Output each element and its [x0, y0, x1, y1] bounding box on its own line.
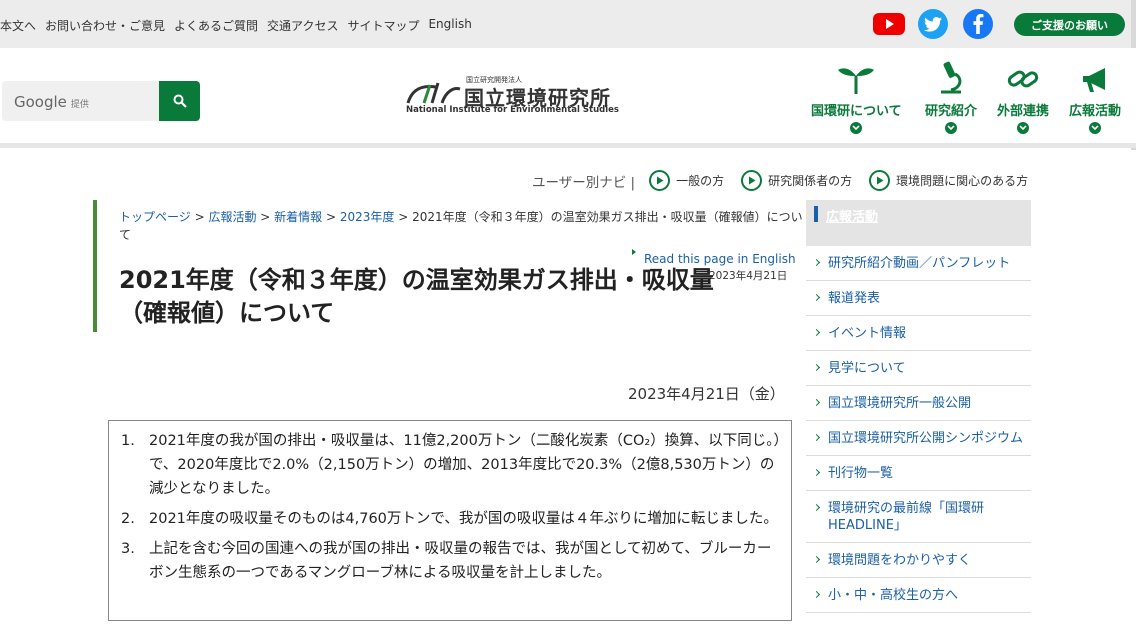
- list-number: 2.: [121, 511, 135, 527]
- gnav-pr[interactable]: 広報活動: [1069, 60, 1121, 134]
- header-divider: [0, 143, 1136, 148]
- gnav-about[interactable]: 国環研について: [811, 60, 902, 134]
- gnav-research-label: 研究紹介: [925, 104, 978, 119]
- link-contact[interactable]: お問い合わせ・ご意見: [45, 17, 165, 34]
- utility-bar: 本文へ お問い合わせ・ご意見 よくあるご質問 交通アクセス サイトマップ Eng…: [0, 0, 1136, 48]
- page-title: 2021年度（令和３年度）の温室効果ガス排出・吸収量（確報値）について: [119, 266, 714, 327]
- gnav-about-label: 国環研について: [811, 104, 902, 119]
- side-item-easy[interactable]: 環境問題をわかりやすく: [806, 543, 1031, 578]
- facebook-icon[interactable]: [963, 9, 993, 39]
- link-access[interactable]: 交通アクセス: [267, 17, 338, 34]
- side-item-open-house[interactable]: 国立環境研究所一般公開: [806, 386, 1031, 421]
- side-nav-heading-label: 広報活動: [826, 210, 879, 225]
- side-item-symposium[interactable]: 国立環境研究所公開シンポジウム: [806, 421, 1031, 456]
- list-item: 1. 2021年度の我が国の排出・吸収量は、11億2,200万トン（二酸化炭素（C…: [121, 429, 781, 501]
- link-english[interactable]: English: [428, 17, 471, 34]
- list-text: 上記を含む今回の国連への我が国の排出・吸収量の報告では、我が国として初めて、ブル…: [149, 541, 772, 581]
- list-number: 3.: [121, 541, 135, 557]
- google-brand: Google: [14, 93, 67, 111]
- breadcrumb-news[interactable]: 新着情報: [274, 210, 322, 224]
- play-icon: [741, 170, 763, 191]
- gnav-research[interactable]: 研究紹介: [925, 60, 977, 134]
- gnav-collaboration[interactable]: 外部連携: [997, 60, 1049, 134]
- play-icon: [869, 170, 891, 191]
- chevron-down-icon: [1089, 122, 1101, 134]
- play-icon: [649, 170, 671, 191]
- user-navi-researchers-label: 研究関係者の方: [768, 174, 853, 188]
- breadcrumb-pr[interactable]: 広報活動: [208, 210, 256, 224]
- summary-box: 1. 2021年度の我が国の排出・吸収量は、11億2,200万トン（二酸化炭素（C…: [108, 420, 792, 621]
- user-navi-title: ユーザー別ナビ |: [532, 174, 636, 191]
- search-provided-label: 提供: [70, 100, 89, 110]
- chevron-down-icon: [945, 122, 957, 134]
- user-navi-environment[interactable]: 環境問題に関心のある方: [869, 170, 1028, 191]
- breadcrumb: トップページ > 広報活動 > 新着情報 > 2023年度 > 2021年度（令…: [119, 210, 803, 242]
- megaphone-icon: [1083, 68, 1105, 92]
- logo-mark-icon: [406, 82, 461, 104]
- user-navi-environment-label: 環境問題に関心のある方: [896, 174, 1029, 188]
- gnav-pr-label: 広報活動: [1069, 104, 1122, 119]
- breadcrumb-top[interactable]: トップページ: [119, 210, 191, 224]
- side-item-videos[interactable]: 研究所紹介動画／パンフレット: [806, 246, 1031, 281]
- list-item: 3. 上記を含む今回の国連への我が国の排出・吸収量の報告では、我が国として初めて、…: [121, 537, 781, 585]
- gnav-collaboration-label: 外部連携: [997, 104, 1050, 119]
- utility-links: 本文へ お問い合わせ・ご意見 よくあるご質問 交通アクセス サイトマップ Eng…: [0, 17, 472, 34]
- side-item-tours[interactable]: 見学について: [806, 351, 1031, 386]
- list-item: 2. 2021年度の吸収量そのものは4,760万トンで、我が国の吸収量は４年ぶりに…: [121, 507, 781, 531]
- user-navi-general[interactable]: 一般の方: [649, 170, 724, 191]
- microscope-icon: [941, 61, 962, 94]
- youtube-icon[interactable]: [873, 13, 905, 35]
- side-item-publications[interactable]: 刊行物一覧: [806, 456, 1031, 491]
- site-header: Google 提供 国立研究開発法人 国立環境研究所 National Insti…: [0, 48, 1136, 144]
- logo-english: National Institute for Environmental Stu…: [406, 105, 619, 115]
- side-nav-heading[interactable]: 広報活動: [806, 200, 1031, 246]
- side-item-events[interactable]: イベント情報: [806, 316, 1031, 351]
- link-icon: [1007, 70, 1039, 88]
- chevron-down-icon: [850, 122, 863, 134]
- search-branding: Google 提供: [14, 93, 89, 111]
- user-navi: ユーザー別ナビ | 一般の方 研究関係者の方 環境問題に関心のある方: [532, 170, 1045, 191]
- list-text: 2021年度の吸収量そのものは4,760万トンで、我が国の吸収量は４年ぶりに増加…: [149, 511, 778, 527]
- side-item-students[interactable]: 小・中・高校生の方へ: [806, 578, 1031, 613]
- search-icon: [173, 94, 187, 108]
- chevron-down-icon: [1017, 122, 1029, 134]
- list-number: 1.: [121, 433, 135, 449]
- title-accent-bar: [93, 200, 97, 332]
- publish-date: 2023年4月21日: [709, 270, 788, 282]
- user-navi-researchers[interactable]: 研究関係者の方: [741, 170, 852, 191]
- twitter-icon[interactable]: [918, 9, 948, 39]
- search-button[interactable]: [159, 81, 200, 121]
- breadcrumb-fy2023[interactable]: 2023年度: [340, 210, 395, 224]
- side-item-press[interactable]: 報道発表: [806, 281, 1031, 316]
- user-navi-general-label: 一般の方: [676, 174, 725, 188]
- support-button[interactable]: ご支援のお願い: [1014, 13, 1125, 36]
- article-date: 2023年4月21日（金）: [628, 385, 785, 403]
- link-faq[interactable]: よくあるご質問: [174, 17, 258, 34]
- sprout-icon: [838, 68, 875, 94]
- link-skip-to-content[interactable]: 本文へ: [0, 17, 36, 34]
- search-box: Google 提供: [2, 81, 200, 121]
- link-sitemap[interactable]: サイトマップ: [347, 17, 419, 34]
- side-item-headline[interactable]: 環境研究の最前線「国環研HEADLINE」: [806, 491, 1031, 543]
- side-nav: 広報活動 研究所紹介動画／パンフレット 報道発表 イベント情報 見学について 国…: [806, 200, 1031, 643]
- list-text: 2021年度の我が国の排出・吸収量は、11億2,200万トン（二酸化炭素（CO₂…: [149, 433, 781, 497]
- site-logo[interactable]: 国立研究開発法人 国立環境研究所 National Institute for …: [404, 73, 619, 117]
